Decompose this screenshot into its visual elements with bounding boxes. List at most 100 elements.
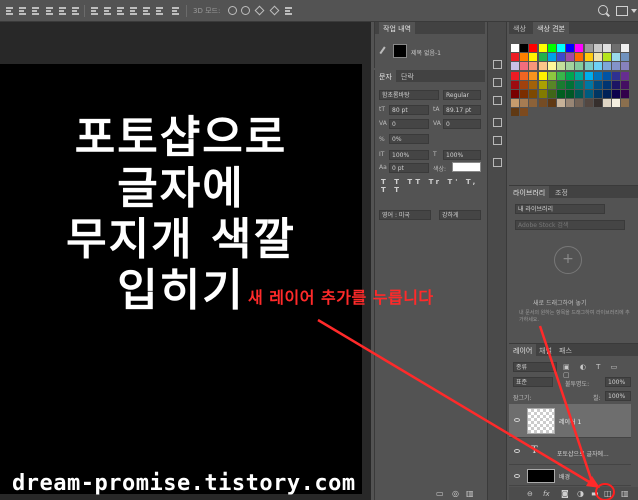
blend-mode-select[interactable]: 표준 bbox=[513, 377, 553, 387]
swatch[interactable] bbox=[612, 80, 621, 89]
vertical-scale-field[interactable]: 100% bbox=[389, 150, 429, 160]
properties-dock-icon[interactable] bbox=[493, 158, 502, 167]
swatch[interactable] bbox=[584, 99, 593, 108]
swatch[interactable] bbox=[557, 90, 565, 98]
swatch[interactable] bbox=[557, 99, 565, 108]
search-icon[interactable] bbox=[598, 5, 608, 15]
swatch[interactable] bbox=[566, 99, 575, 108]
swatch[interactable] bbox=[621, 99, 630, 108]
layer-row-background[interactable]: 배경 bbox=[509, 466, 631, 486]
tracking-field[interactable]: 0 bbox=[443, 119, 481, 129]
swatch[interactable] bbox=[593, 99, 602, 108]
swatch[interactable] bbox=[520, 62, 529, 71]
swatch[interactable] bbox=[511, 90, 519, 98]
swatch[interactable] bbox=[511, 53, 519, 62]
font-style-select[interactable]: Regular bbox=[443, 90, 481, 100]
swatch[interactable] bbox=[547, 53, 556, 62]
fx-icon[interactable]: fx bbox=[543, 490, 550, 498]
swatch[interactable] bbox=[584, 62, 593, 71]
swatch[interactable] bbox=[593, 71, 602, 80]
align-hcenter-icon[interactable] bbox=[59, 7, 66, 15]
history-snapshot-icon[interactable]: ◎ bbox=[452, 489, 459, 498]
fill-field[interactable]: 100% bbox=[605, 391, 631, 401]
tab-swatches[interactable]: 색상 견본 bbox=[533, 22, 569, 34]
document-canvas[interactable]: 포토샵으로 글자에 무지개 색깔 입히기 bbox=[0, 64, 362, 494]
layer-name[interactable]: 배경 bbox=[559, 472, 570, 481]
swatch[interactable] bbox=[603, 99, 611, 108]
baseline-shift-field[interactable]: 0 pt bbox=[389, 163, 429, 173]
horizontal-scale-field[interactable]: 100% bbox=[443, 150, 481, 160]
swatch[interactable] bbox=[603, 44, 611, 52]
tab-layers[interactable]: 레이어 bbox=[509, 344, 537, 356]
swatch[interactable] bbox=[520, 99, 529, 108]
auto-align-icon[interactable] bbox=[172, 7, 179, 15]
swatch[interactable] bbox=[612, 90, 621, 98]
link-icon[interactable]: ⊖ bbox=[527, 490, 533, 498]
adjustment-icon[interactable]: ◑ bbox=[577, 489, 584, 498]
swatch[interactable] bbox=[575, 62, 584, 71]
distribute-vcenter-icon[interactable] bbox=[104, 7, 111, 15]
align-right-icon[interactable] bbox=[72, 7, 79, 15]
swatch[interactable] bbox=[538, 62, 547, 71]
swatch[interactable] bbox=[612, 53, 621, 62]
swatch[interactable] bbox=[621, 80, 630, 89]
swatch[interactable] bbox=[520, 80, 529, 89]
swatch[interactable] bbox=[547, 44, 556, 52]
tab-adjustments[interactable]: 조정 bbox=[551, 186, 572, 198]
swatch[interactable] bbox=[566, 53, 575, 62]
swatch[interactable] bbox=[603, 62, 611, 71]
history-new-doc-icon[interactable]: ▭ bbox=[436, 489, 444, 498]
orbit-3d-icon[interactable] bbox=[228, 6, 237, 15]
clone-source-dock-icon[interactable] bbox=[493, 136, 502, 145]
swatch[interactable] bbox=[575, 99, 584, 108]
swatch[interactable] bbox=[584, 90, 593, 98]
align-left-icon[interactable] bbox=[46, 7, 53, 15]
swatch[interactable] bbox=[593, 44, 602, 52]
swatch[interactable] bbox=[520, 44, 529, 52]
tab-history[interactable]: 작업 내역 bbox=[379, 22, 415, 34]
swatch[interactable] bbox=[566, 44, 575, 52]
swatch[interactable] bbox=[520, 108, 529, 117]
chevron-down-icon[interactable] bbox=[631, 9, 637, 13]
swatch[interactable] bbox=[511, 71, 519, 80]
swatch[interactable] bbox=[547, 99, 556, 108]
tab-paths[interactable]: 패스 bbox=[555, 344, 576, 356]
swatch[interactable] bbox=[529, 71, 538, 80]
swatch[interactable] bbox=[575, 80, 584, 89]
swatch[interactable] bbox=[547, 80, 556, 89]
layer-row-layer1[interactable]: 레이어 1 bbox=[509, 404, 631, 438]
swatch[interactable] bbox=[612, 62, 621, 71]
swatch[interactable] bbox=[593, 62, 602, 71]
swatch[interactable] bbox=[566, 62, 575, 71]
trash-icon[interactable]: ▥ bbox=[621, 489, 629, 498]
swatch[interactable] bbox=[520, 71, 529, 80]
swatch[interactable] bbox=[520, 53, 529, 62]
tab-channels[interactable]: 채널 bbox=[535, 344, 556, 356]
swatch[interactable] bbox=[566, 80, 575, 89]
align-vcenter-icon[interactable] bbox=[19, 7, 26, 15]
antialias-select[interactable]: 강하게 bbox=[439, 210, 481, 220]
swatch[interactable] bbox=[612, 71, 621, 80]
stock-search-input[interactable]: Adobe Stock 검색 bbox=[515, 220, 625, 230]
swatch[interactable] bbox=[621, 62, 630, 71]
swatch[interactable] bbox=[538, 44, 547, 52]
swatch[interactable] bbox=[538, 53, 547, 62]
slide-3d-icon[interactable] bbox=[269, 5, 280, 16]
layer-name[interactable]: 레이어 1 bbox=[559, 417, 581, 426]
text-color-swatch[interactable] bbox=[452, 162, 481, 172]
distribute-top-icon[interactable] bbox=[91, 7, 98, 15]
type-style-buttons[interactable]: T T TT Tr T' T, T T bbox=[381, 178, 485, 194]
swatch[interactable] bbox=[557, 62, 565, 71]
swatch[interactable] bbox=[511, 108, 519, 117]
swatch[interactable] bbox=[547, 90, 556, 98]
workspace-icon[interactable] bbox=[616, 6, 628, 16]
swatch[interactable] bbox=[557, 44, 565, 52]
swatch[interactable] bbox=[612, 99, 621, 108]
swatch[interactable] bbox=[584, 44, 593, 52]
history-trash-icon[interactable]: ▥ bbox=[466, 489, 474, 498]
swatch[interactable] bbox=[575, 44, 584, 52]
eye-icon[interactable] bbox=[514, 418, 520, 422]
swatch[interactable] bbox=[603, 71, 611, 80]
add-to-library-icon[interactable]: + bbox=[554, 246, 582, 274]
brush-dock-icon[interactable] bbox=[493, 118, 502, 127]
